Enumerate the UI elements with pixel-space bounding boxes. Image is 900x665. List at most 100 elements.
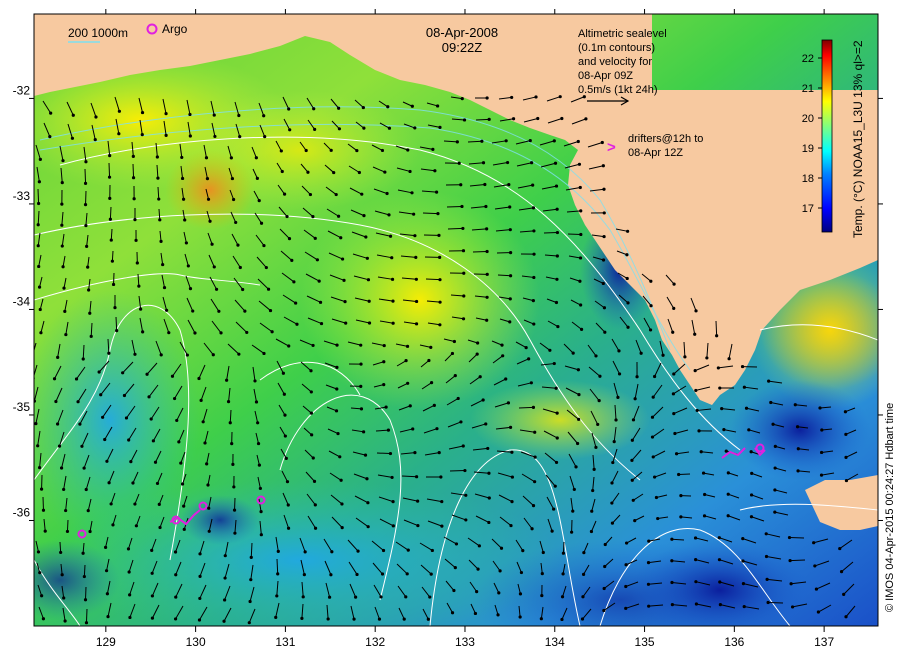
velocity-arrowhead <box>198 552 201 555</box>
velocity-arrowhead <box>135 524 138 527</box>
velocity-arrow <box>716 321 717 336</box>
velocity-arrowhead <box>532 206 535 209</box>
x-tick-label: 129 <box>96 635 116 649</box>
velocity-arrowhead <box>83 575 86 578</box>
velocity-arrowhead <box>250 556 253 559</box>
velocity-arrowhead <box>366 501 369 504</box>
velocity-arrow <box>476 119 489 120</box>
velocity-arrowhead <box>104 546 107 549</box>
velocity-arrowhead <box>159 240 162 243</box>
velocity-arrowhead <box>328 596 331 599</box>
velocity-arrowhead <box>355 149 358 152</box>
velocity-arrowhead <box>437 234 440 237</box>
velocity-arrowhead <box>111 523 114 526</box>
velocity-arrowhead <box>316 258 319 261</box>
velocity-arrowhead <box>508 320 511 323</box>
velocity-arrowhead <box>631 439 634 442</box>
velocity-arrowhead <box>507 183 510 186</box>
velocity-arrowhead <box>234 221 237 224</box>
velocity-arrowhead <box>368 300 371 303</box>
velocity-arrowhead <box>382 383 385 386</box>
velocity-arrowhead <box>614 418 617 421</box>
velocity-arrowhead <box>257 442 260 445</box>
velocity-arrowhead <box>38 286 41 289</box>
velocity-arrow <box>38 189 39 203</box>
velocity-arrowhead <box>241 288 244 291</box>
velocity-arrowhead <box>385 192 388 195</box>
velocity-arrowhead <box>101 416 104 419</box>
velocity-arrowhead <box>61 159 64 162</box>
velocity-arrowhead <box>174 617 177 620</box>
velocity-arrowhead <box>532 276 535 279</box>
velocity-arrowhead <box>604 543 607 546</box>
velocity-arrowhead <box>415 278 418 281</box>
velocity-arrowhead <box>460 205 463 208</box>
velocity-arrowhead <box>314 527 317 530</box>
velocity-arrowhead <box>488 118 491 121</box>
velocity-arrowhead <box>128 593 131 596</box>
velocity-arrowhead <box>553 362 556 365</box>
velocity-arrow <box>563 542 564 553</box>
velocity-arrowhead <box>318 279 321 282</box>
velocity-arrowhead <box>158 503 161 506</box>
velocity-arrowhead <box>433 169 436 172</box>
velocity-arrowhead <box>598 375 601 378</box>
velocity-arrowhead <box>413 451 416 454</box>
velocity-arrowhead <box>438 256 441 259</box>
velocity-arrowhead <box>427 359 430 362</box>
argo-legend-label: Argo <box>162 22 188 36</box>
velocity-arrowhead <box>191 309 194 312</box>
velocity-arrowhead <box>61 244 64 247</box>
velocity-arrowhead <box>431 148 434 151</box>
velocity-arrowhead <box>411 427 414 430</box>
velocity-arrowhead <box>404 359 407 362</box>
velocity-arrowhead <box>505 139 508 142</box>
velocity-arrowhead <box>435 427 438 430</box>
velocity-arrowhead <box>94 138 97 141</box>
velocity-arrowhead <box>183 528 186 531</box>
velocity-arrowhead <box>458 162 461 165</box>
velocity-arrowhead <box>245 331 248 334</box>
velocity-arrowhead <box>336 432 339 435</box>
velocity-arrowhead <box>647 561 650 564</box>
velocity-arrowhead <box>476 567 479 570</box>
velocity-arrowhead <box>581 595 584 598</box>
velocity-arrowhead <box>108 176 111 179</box>
velocity-arrowhead <box>433 404 436 407</box>
velocity-arrowhead <box>438 278 441 281</box>
velocity-arrowhead <box>429 346 432 349</box>
velocity-arrowhead <box>416 500 419 503</box>
velocity-arrowhead <box>626 230 629 233</box>
velocity-arrowhead <box>121 371 124 374</box>
velocity-arrowhead <box>703 493 706 496</box>
velocity-arrowhead <box>436 104 439 107</box>
velocity-arrowhead <box>56 356 59 359</box>
velocity-arrowhead <box>276 572 279 575</box>
velocity-arrowhead <box>672 372 675 375</box>
velocity-arrowhead <box>411 105 414 108</box>
velocity-arrowhead <box>110 238 113 241</box>
velocity-arrowhead <box>38 180 41 183</box>
x-tick-label: 130 <box>186 635 206 649</box>
velocity-arrowhead <box>591 489 594 492</box>
velocity-arrowhead <box>208 530 211 533</box>
velocity-arrowhead <box>62 488 65 491</box>
velocity-arrowhead <box>576 442 579 445</box>
velocity-arrowhead <box>105 460 108 463</box>
velocity-arrowhead <box>300 617 303 620</box>
velocity-arrowhead <box>504 377 507 380</box>
velocity-arrowhead <box>181 482 184 485</box>
velocity-arrowhead <box>108 197 111 200</box>
velocity-arrowhead <box>37 223 40 226</box>
velocity-arrowhead <box>58 445 61 448</box>
velocity-arrowhead <box>227 400 230 403</box>
velocity-arrowhead <box>511 475 514 478</box>
velocity-arrowhead <box>624 607 627 610</box>
velocity-arrowhead <box>151 572 154 575</box>
velocity-arrowhead <box>112 283 115 286</box>
velocity-arrowhead <box>840 570 843 573</box>
velocity-arrowhead <box>796 469 799 472</box>
velocity-arrowhead <box>582 551 585 554</box>
velocity-arrowhead <box>718 536 721 539</box>
velocity-arrowhead <box>188 113 191 116</box>
